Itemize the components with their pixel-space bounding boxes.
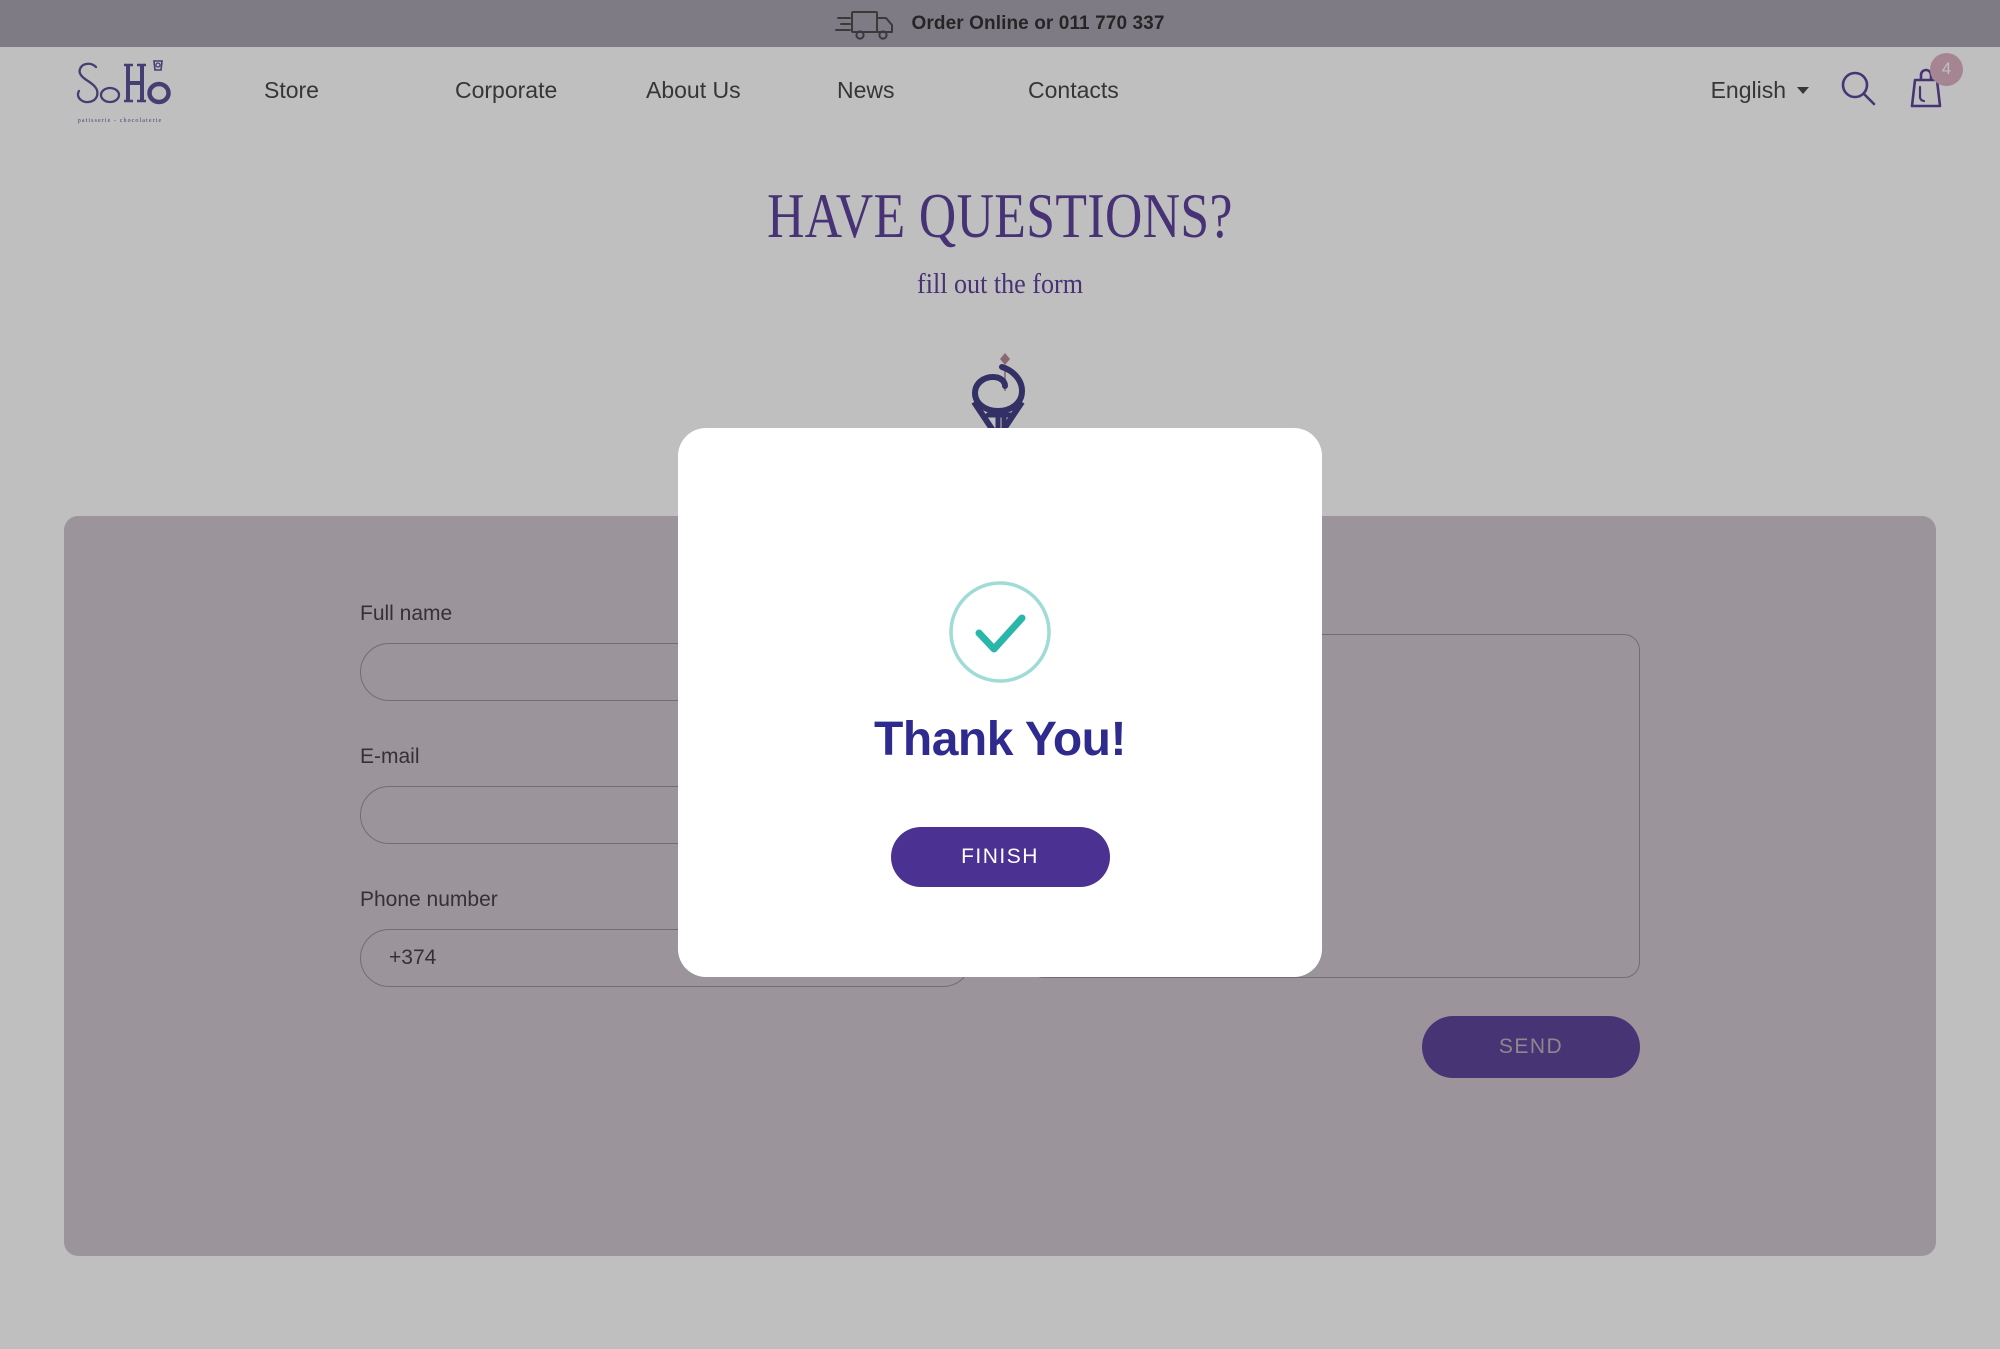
thank-you-modal: Thank You! FINISH xyxy=(678,428,1322,977)
finish-button[interactable]: FINISH xyxy=(890,827,1110,887)
check-circle-icon xyxy=(948,580,1052,684)
modal-title: Thank You! xyxy=(874,713,1126,766)
